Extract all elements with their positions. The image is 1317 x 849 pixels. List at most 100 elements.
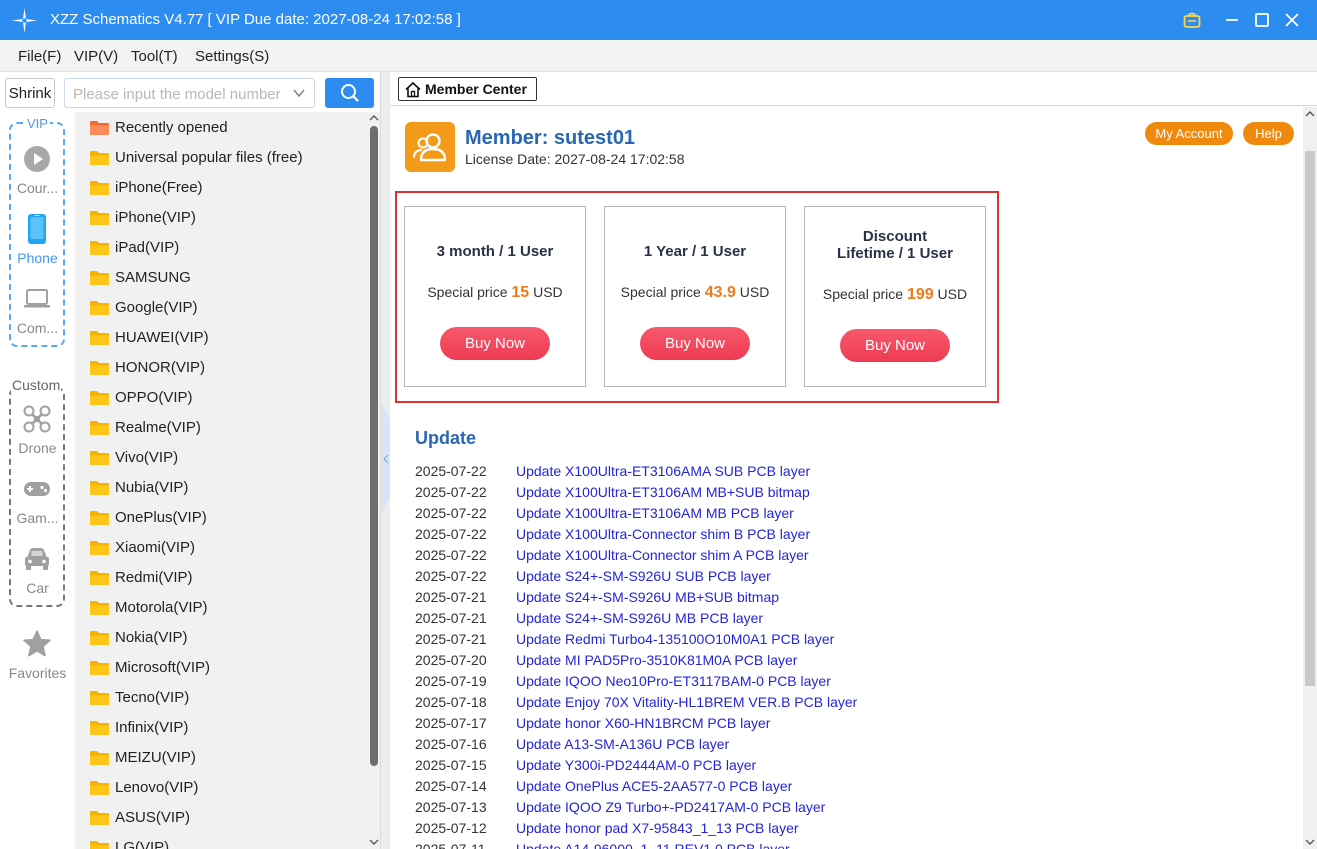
update-link[interactable]: Update OnePlus ACE5-2AA577-0 PCB layer [516,778,792,794]
file-list-item[interactable]: Redmi(VIP) [75,563,368,593]
update-link[interactable]: Update X100Ultra-ET3106AMA SUB PCB layer [516,463,810,479]
update-link[interactable]: Update X100Ultra-Connector shim A PCB la… [516,547,809,563]
scrollbar-thumb[interactable] [1305,151,1315,686]
file-list-item[interactable]: SAMSUNG [75,263,368,293]
category-label: Gam... [16,510,59,526]
price-amount: 43.9 [704,284,736,301]
folder-icon [90,451,109,465]
update-link[interactable]: Update A13-SM-A136U PCB layer [516,736,729,752]
my-account-button[interactable]: My Account [1145,122,1233,145]
member-name: Member: sutest01 [465,127,636,149]
update-link[interactable]: Update Redmi Turbo4-135100O10M0A1 PCB la… [516,631,834,647]
scroll-down-icon[interactable] [1305,838,1315,846]
update-link[interactable]: Update honor pad X7-95843_1_13 PCB layer [516,820,799,836]
close-button[interactable] [1280,8,1304,32]
update-row: 2025-07-22 Update X100Ultra-Connector shi… [415,526,1275,547]
update-link[interactable]: Update IQOO Neo10Pro-ET3117BAM-0 PCB lay… [516,673,831,689]
help-button[interactable]: Help [1243,122,1294,145]
file-list-item[interactable]: HONOR(VIP) [75,353,368,383]
file-list-scrollbar[interactable] [368,112,380,849]
tab-label: Member Center [425,81,527,97]
file-list-item[interactable]: Google(VIP) [75,293,368,323]
scroll-up-icon[interactable] [1305,110,1315,118]
update-link[interactable]: Update X100Ultra-Connector shim B PCB la… [516,526,810,542]
update-link[interactable]: Update honor X60-HN1BRCM PCB layer [516,715,770,731]
folder-icon [90,181,109,195]
file-list-item[interactable]: Tecno(VIP) [75,683,368,713]
vip-bag-button[interactable] [1180,8,1204,32]
search-input[interactable] [73,84,285,104]
search-box [64,78,315,108]
price-currency: USD [739,284,770,300]
file-list-item[interactable]: Universal popular files (free) [75,143,368,173]
file-list-item[interactable]: iPad(VIP) [75,233,368,263]
buy-now-button[interactable]: Buy Now [840,329,950,362]
star-icon [22,629,52,659]
file-list-item[interactable]: OPPO(VIP) [75,383,368,413]
file-list-label: ASUS(VIP) [115,809,191,826]
file-list-label: MEIZU(VIP) [115,749,196,766]
update-date: 2025-07-22 [415,484,487,500]
maximize-button[interactable] [1250,8,1274,32]
update-link[interactable]: Update S24+-SM-S926U SUB PCB layer [516,568,771,584]
update-link[interactable]: Update S24+-SM-S926U MB+SUB bitmap [516,589,779,605]
minimize-button[interactable] [1220,8,1244,32]
file-list-item[interactable]: Motorola(VIP) [75,593,368,623]
content-scrollbar[interactable] [1303,107,1317,849]
update-row: 2025-07-13 Update IQOO Z9 Turbo+-PD2417AM… [415,799,1275,820]
file-list-item[interactable]: iPhone(Free) [75,173,368,203]
shrink-button[interactable]: Shrink [5,78,55,108]
update-row: 2025-07-11 Update A14-96000_1_11 REV1.0 P… [415,841,1275,849]
file-list-item[interactable]: Microsoft(VIP) [75,653,368,683]
panel-splitter[interactable] [380,72,390,849]
file-list-item[interactable]: Nokia(VIP) [75,623,368,653]
search-button[interactable] [325,78,374,108]
buy-now-button[interactable]: Buy Now [640,327,750,360]
update-date: 2025-07-15 [415,757,487,773]
file-list-item[interactable]: MEIZU(VIP) [75,743,368,773]
scroll-up-icon[interactable] [369,114,379,122]
member-center-content: Member: sutest01 License Date: 2027-08-2… [390,107,1303,849]
update-row: 2025-07-21 Update Redmi Turbo4-135100O10M… [415,631,1275,652]
menu-settings[interactable]: Settings(S) [195,48,269,65]
file-list-item[interactable]: ASUS(VIP) [75,803,368,833]
file-list-item[interactable]: Xiaomi(VIP) [75,533,368,563]
update-link[interactable]: Update X100Ultra-ET3106AM MB+SUB bitmap [516,484,810,500]
update-date: 2025-07-21 [415,589,487,605]
file-list-item[interactable]: LG(VIP) [75,833,368,849]
tab-member-center[interactable]: Member Center [398,77,537,101]
update-date: 2025-07-18 [415,694,487,710]
chevron-down-icon[interactable] [292,86,306,100]
file-list-item[interactable]: HUAWEI(VIP) [75,323,368,353]
folder-icon [90,511,109,525]
file-list-item[interactable]: Lenovo(VIP) [75,773,368,803]
menu-tool[interactable]: Tool(T) [131,48,178,65]
update-link[interactable]: Update Y300i-PD2444AM-0 PCB layer [516,757,756,773]
menu-file[interactable]: File(F) [18,48,61,65]
category-label: Favorites [8,665,67,681]
file-list-label: Google(VIP) [115,299,198,316]
update-link[interactable]: Update Enjoy 70X Vitality-HL1BREM VER.B … [516,694,857,710]
update-link[interactable]: Update X100Ultra-ET3106AM MB PCB layer [516,505,794,521]
file-list-item[interactable]: iPhone(VIP) [75,203,368,233]
file-list-item[interactable]: Realme(VIP) [75,413,368,443]
file-list-item[interactable]: Nubia(VIP) [75,473,368,503]
file-list-label: Recently opened [115,119,228,136]
update-row: 2025-07-12 Update honor pad X7-95843_1_13… [415,820,1275,841]
menu-vip[interactable]: VIP(V) [74,48,118,65]
folder-icon [90,721,109,735]
category-label: Car [26,580,49,596]
scroll-down-icon[interactable] [369,838,379,846]
file-list-item[interactable]: Vivo(VIP) [75,443,368,473]
update-link[interactable]: Update IQOO Z9 Turbo+-PD2417AM-0 PCB lay… [516,799,825,815]
file-list-item[interactable]: Infinix(VIP) [75,713,368,743]
scrollbar-thumb[interactable] [370,126,378,766]
update-link[interactable]: Update A14-96000_1_11 REV1.0 PCB layer [516,841,790,849]
price-prefix: Special price [822,286,904,302]
price-currency: USD [937,286,968,302]
file-list-item[interactable]: Recently opened [75,113,368,143]
file-list-item[interactable]: OnePlus(VIP) [75,503,368,533]
update-link[interactable]: Update MI PAD5Pro-3510K81M0A PCB layer [516,652,797,668]
update-link[interactable]: Update S24+-SM-S926U MB PCB layer [516,610,763,626]
buy-now-button[interactable]: Buy Now [440,327,550,360]
